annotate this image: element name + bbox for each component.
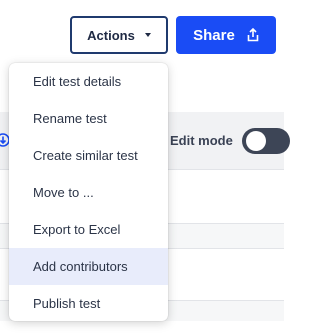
- menu-item-publish-test[interactable]: Publish test: [9, 285, 168, 321]
- edit-mode-toggle[interactable]: [242, 128, 290, 154]
- share-button[interactable]: Share: [176, 16, 276, 54]
- menu-item-rename-test[interactable]: Rename test: [9, 100, 168, 137]
- edit-mode-label: Edit mode: [170, 133, 233, 148]
- menu-item-edit-test-details[interactable]: Edit test details: [9, 63, 168, 100]
- menu-item-add-contributors[interactable]: Add contributors: [9, 248, 168, 285]
- actions-menu: Edit test details Rename test Create sim…: [9, 63, 168, 321]
- toggle-knob: [246, 131, 266, 151]
- menu-item-export-to-excel[interactable]: Export to Excel: [9, 211, 168, 248]
- caret-down-icon: [144, 33, 151, 37]
- share-button-label: Share: [193, 26, 235, 44]
- actions-button[interactable]: Actions: [70, 16, 168, 54]
- actions-button-label: Actions: [87, 27, 135, 43]
- share-icon: [247, 28, 259, 42]
- menu-item-create-similar-test[interactable]: Create similar test: [9, 137, 168, 174]
- menu-item-move-to[interactable]: Move to ...: [9, 174, 168, 211]
